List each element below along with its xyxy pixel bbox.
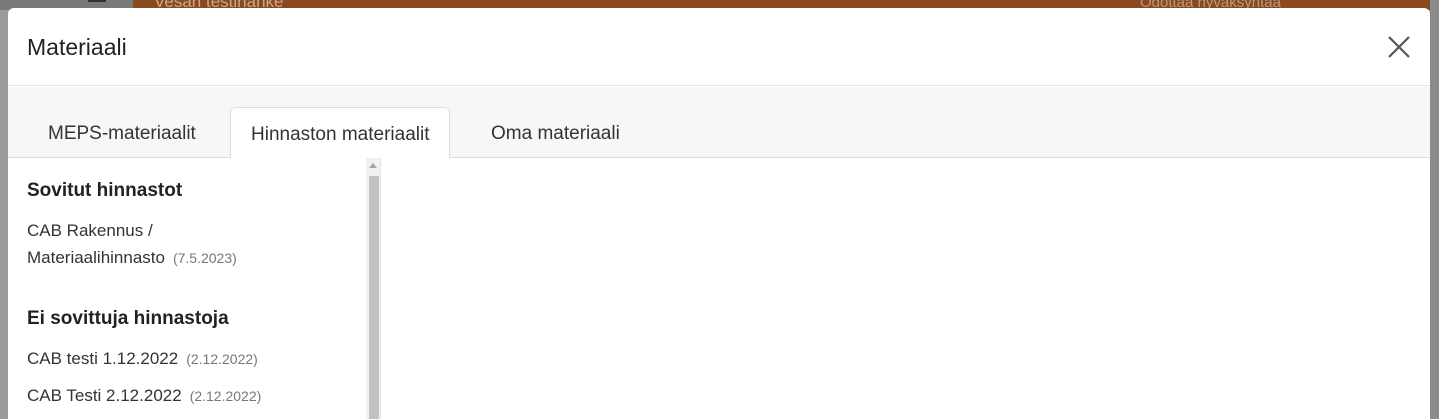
modal-title: Materiaali <box>27 34 127 60</box>
list-item[interactable]: CAB Rakennus / Materiaalihinnasto (7.5.20… <box>27 217 237 272</box>
tab-pricelist-materials[interactable]: Hinnaston materiaalit <box>230 107 451 159</box>
menu-icon[interactable] <box>88 0 106 2</box>
list-item[interactable]: CAB testi 1.12.2022 (2.12.2022) <box>27 345 258 373</box>
list-item-date: (2.12.2022) <box>186 351 258 367</box>
tab-meps-materials[interactable]: MEPS-materiaalit <box>28 107 216 158</box>
modal-header: Materiaali <box>8 8 1430 86</box>
list-item-name-line2: Materiaalihinnasto <box>27 248 165 267</box>
sidebar-divider <box>380 158 381 419</box>
tab-own-material[interactable]: Oma materiaali <box>471 107 640 158</box>
list-item[interactable]: CAB Testi 2.12.2022 (2.12.2022) <box>27 382 261 410</box>
list-item-name: CAB Testi 2.12.2022 <box>27 386 182 405</box>
close-icon[interactable] <box>1386 34 1412 60</box>
agreed-pricelists-heading: Sovitut hinnastot <box>27 180 183 201</box>
list-item-name: CAB testi 1.12.2022 <box>27 349 179 368</box>
list-item-date: (7.5.2023) <box>172 250 237 266</box>
list-item-date: (2.12.2022) <box>189 388 262 404</box>
tab-content: Sovitut hinnastot CAB Rakennus / Materia… <box>8 158 1430 419</box>
tab-bar: MEPS-materiaalit Hinnaston materiaalit O… <box>8 87 1430 159</box>
backdrop-edge <box>1430 0 1439 419</box>
list-item-name-line1: CAB Rakennus / <box>27 221 153 240</box>
pricelist-sidebar: Sovitut hinnastot CAB Rakennus / Materia… <box>8 158 380 419</box>
material-modal: Materiaali MEPS-materiaalit Hinnaston ma… <box>8 8 1430 419</box>
scrollbar-thumb[interactable] <box>369 176 379 419</box>
not-agreed-pricelists-heading: Ei sovittuja hinnastoja <box>27 308 229 329</box>
scroll-up-arrow-icon[interactable] <box>369 163 377 168</box>
